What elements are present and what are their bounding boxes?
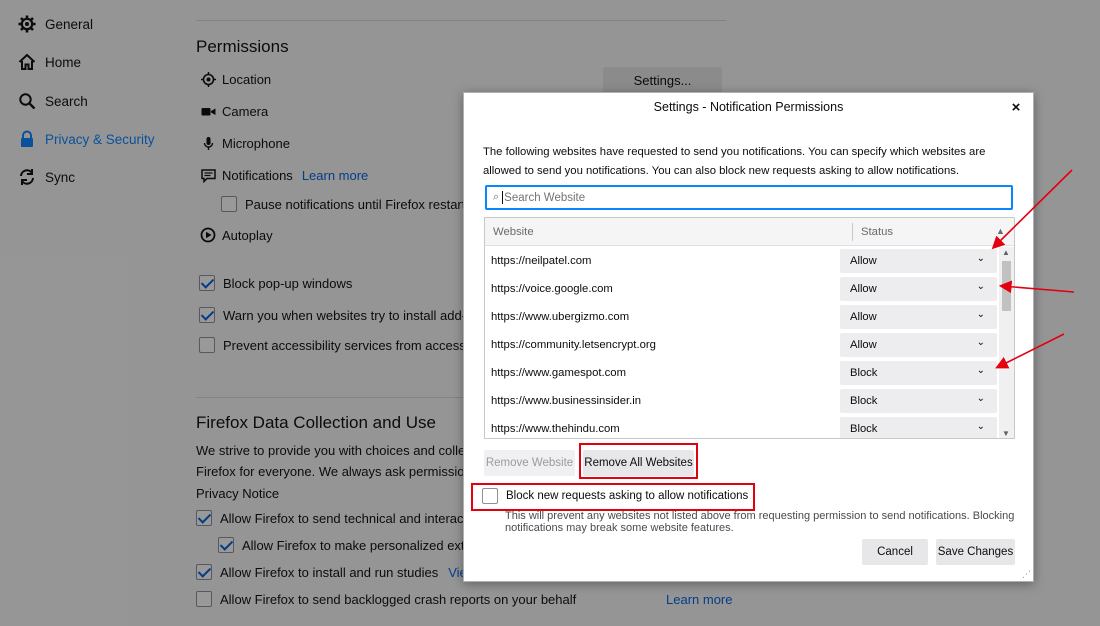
status-value: Allow [850,283,877,295]
chevron-down-icon: ⌄ [976,421,985,432]
site-url: https://neilpatel.com [491,255,592,267]
scroll-down-icon[interactable]: ▼ [1002,429,1010,438]
status-value: Block [850,367,878,379]
chevron-down-icon: ⌄ [976,309,985,320]
chevron-down-icon: ⌄ [976,337,985,348]
dialog-description: The following websites have requested to… [483,146,986,177]
vertical-scrollbar[interactable]: ▲ ▼ [999,247,1014,438]
text-cursor [502,191,504,204]
table-row[interactable]: https://www.businessinsider.in Block ⌄ [485,387,1001,415]
table-row[interactable]: https://community.letsencrypt.org Allow ⌄ [485,331,1001,359]
column-header-status[interactable]: Status [861,226,893,238]
chevron-down-icon: ⌄ [976,253,985,264]
scroll-up-icon[interactable]: ▲ [1002,248,1010,257]
notification-permissions-dialog: Settings - Notification Permissions × Th… [463,92,1034,582]
remove-website-button[interactable]: Remove Website [484,450,575,476]
status-value: Allow [850,339,877,351]
cancel-button[interactable]: Cancel [862,539,928,565]
site-url: https://community.letsencrypt.org [491,339,656,351]
table-row[interactable]: https://voice.google.com Allow ⌄ [485,275,1001,303]
sites-list: https://neilpatel.com Allow ⌄ https://voic… [485,247,1001,438]
table-row[interactable]: https://www.thehindu.com Block ⌄ [485,415,1001,438]
save-changes-button[interactable]: Save Changes [936,539,1015,565]
status-dropdown[interactable]: Allow ⌄ [840,333,997,357]
dialog-title: Settings - Notification Permissions [653,100,844,114]
status-value: Block [850,395,878,407]
table-header: Website Status ▲ [485,218,1014,246]
sites-table: Website Status ▲ https://neilpatel.com Al… [484,217,1015,439]
site-url: https://www.thehindu.com [491,423,620,435]
status-dropdown[interactable]: Allow ⌄ [840,249,997,273]
chevron-down-icon: ⌄ [976,281,985,292]
table-row[interactable]: https://neilpatel.com Allow ⌄ [485,247,1001,275]
site-url: https://www.gamespot.com [491,367,626,379]
column-separator [852,223,853,241]
status-dropdown[interactable]: Block ⌄ [840,361,997,385]
status-value: Allow [850,311,877,323]
status-value: Allow [850,255,877,267]
status-dropdown[interactable]: Block ⌄ [840,417,997,438]
search-placeholder: Search Website [504,191,586,204]
status-value: Block [850,423,878,435]
column-header-website[interactable]: Website [493,226,534,238]
chevron-down-icon: ⌄ [976,393,985,404]
search-icon: ⌕ [493,191,500,203]
site-url: https://www.businessinsider.in [491,395,642,407]
close-icon[interactable]: × [1007,98,1025,116]
block-new-requests-note: This will prevent any websites not liste… [505,510,1015,534]
table-row[interactable]: https://www.ubergizmo.com Allow ⌄ [485,303,1001,331]
table-row[interactable]: https://www.gamespot.com Block ⌄ [485,359,1001,387]
resize-grip-icon[interactable]: ⋰ [1022,569,1031,580]
annotation-highlight-box [579,443,698,479]
status-dropdown[interactable]: Allow ⌄ [840,277,997,301]
site-url: https://voice.google.com [491,283,613,295]
status-dropdown[interactable]: Block ⌄ [840,389,997,413]
status-dropdown[interactable]: Allow ⌄ [840,305,997,329]
chevron-down-icon: ⌄ [976,365,985,376]
search-website-input[interactable]: ⌕ Search Website [485,185,1013,210]
annotation-highlight-box [471,483,755,511]
scrollbar-thumb[interactable] [1002,261,1011,311]
site-url: https://www.ubergizmo.com [491,311,630,323]
sort-up-icon: ▲ [996,226,1005,236]
